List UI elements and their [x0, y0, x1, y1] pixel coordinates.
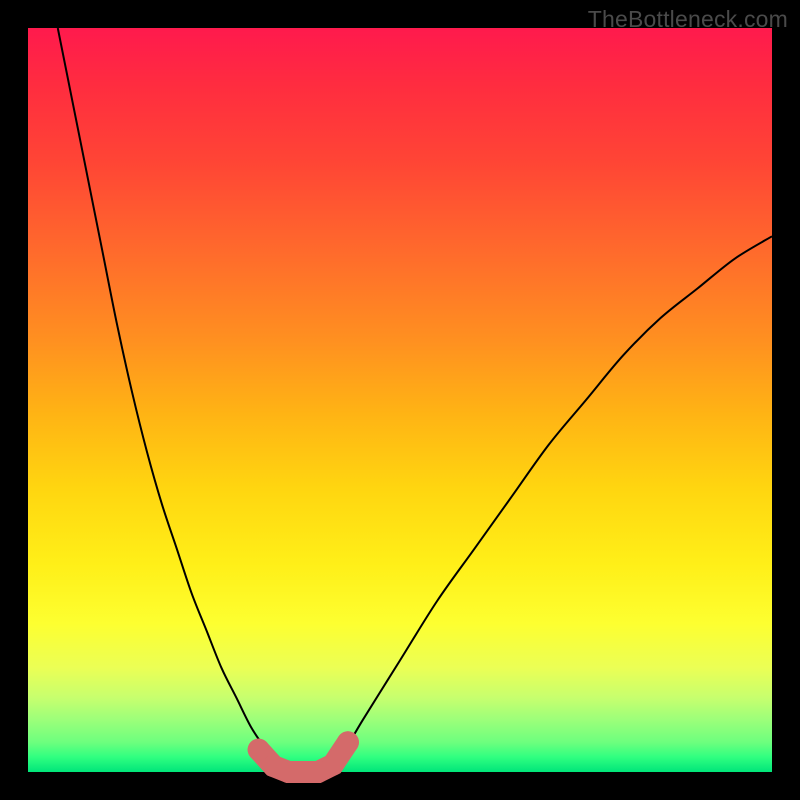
curve-left-branch	[58, 28, 281, 772]
marker-dot	[322, 754, 344, 776]
watermark-text: TheBottleneck.com	[588, 6, 788, 33]
marker-dot	[337, 731, 359, 753]
marker-dot	[248, 739, 270, 761]
curve-right-branch	[326, 236, 772, 772]
curve-svg	[28, 28, 772, 772]
chart-frame: TheBottleneck.com	[0, 0, 800, 800]
plot-area	[28, 28, 772, 772]
